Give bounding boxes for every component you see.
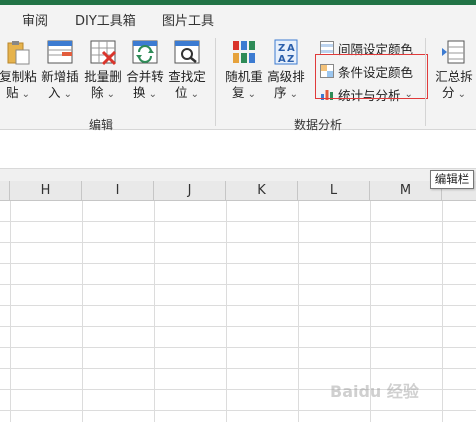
summary-split-button[interactable]: 汇总拆 分 [434,38,474,103]
grid-line [0,221,476,222]
grid-line [0,242,476,243]
clipboard-icon [7,41,30,65]
group-separator [215,38,216,126]
find-locate-button[interactable]: 查找定 位 [167,38,207,103]
highlight-box [315,54,428,99]
tab-picture-tools[interactable]: 图片工具 [162,10,214,29]
copy-paste-button[interactable]: 复制粘 贴 [0,38,38,103]
grid-line [0,263,476,264]
split-sheets-icon [442,40,465,64]
advanced-sort-button[interactable]: Z A A Z 高级排 序 [266,38,306,103]
watermark: Baidu 经验 [330,382,419,401]
tab-review[interactable]: 审阅 [22,10,48,29]
color-blocks-icon [233,41,255,63]
column-header-k[interactable]: K [226,181,298,201]
insert-row-icon [47,40,73,64]
grid-line [0,305,476,306]
batch-delete-button[interactable]: 批量删 除 [83,38,123,103]
column-header-j[interactable]: J [154,181,226,201]
column-header-i[interactable]: I [82,181,154,201]
column-header-partial[interactable] [0,181,10,201]
merge-convert-icon [132,40,158,64]
grid-line [0,347,476,348]
svg-text:Z: Z [287,54,294,65]
formula-bar[interactable] [0,131,476,169]
delete-table-icon [90,40,117,66]
grid-line [0,326,476,327]
ribbon: 复制粘 贴 新增插 入 批量删 除 [0,30,476,132]
svg-text:Z: Z [278,43,285,54]
svg-text:A: A [287,43,295,54]
search-table-icon [174,40,200,64]
column-header-l[interactable]: L [298,181,370,201]
grid-line [0,368,476,369]
tab-diy-toolbox[interactable]: DIY工具箱 [75,10,136,29]
grid-line [0,410,476,411]
striped-rows-icon [320,41,334,55]
toolbar-gap [0,169,476,181]
svg-text:A: A [278,54,286,65]
ribbon-tabs: 审阅 DIY工具箱 图片工具 [0,5,476,30]
random-repeat-button[interactable]: 随机重 复 [224,38,264,103]
grid-line [0,284,476,285]
insert-button[interactable]: 新增插 入 [40,38,80,103]
merge-convert-button[interactable]: 合并转 换 [125,38,165,103]
column-header-h[interactable]: H [10,181,82,201]
formula-bar-tooltip: 编辑栏 [430,170,474,189]
sort-az-icon: Z A A Z [274,39,298,65]
group-separator [425,38,426,126]
column-headers: H I J K L M [0,181,476,201]
